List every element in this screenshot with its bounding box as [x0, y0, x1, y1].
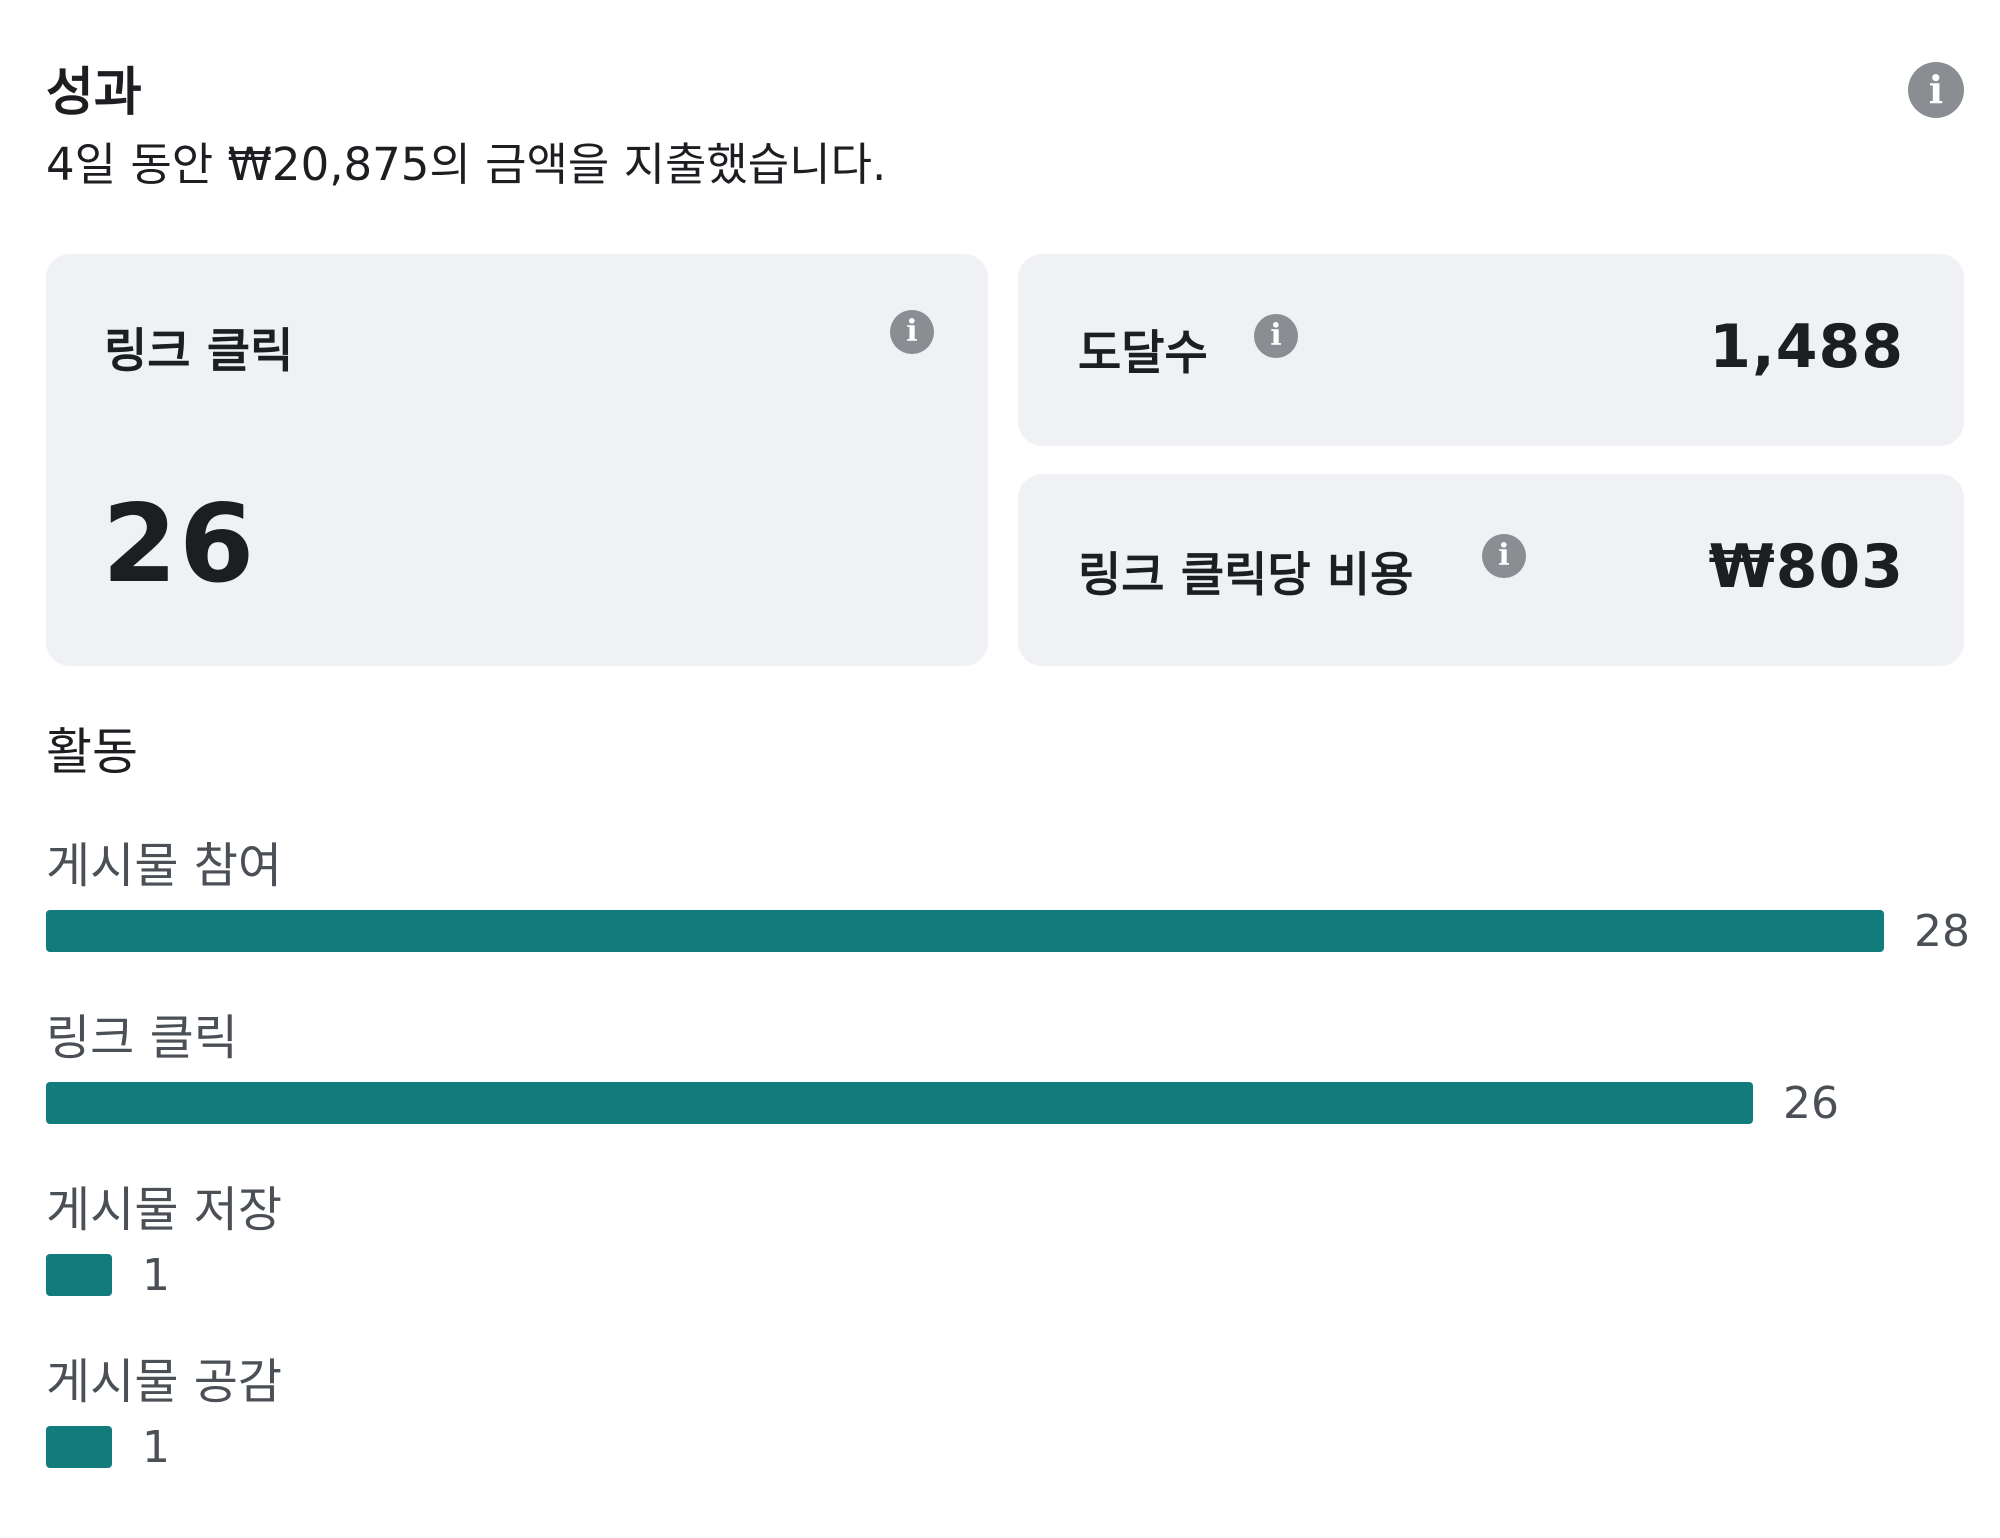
bar-post-engagement — [46, 910, 1884, 952]
info-icon[interactable]: i — [1254, 314, 1298, 358]
bar-post-saves — [46, 1254, 112, 1296]
info-icon[interactable]: i — [1908, 62, 1964, 118]
activity-title: 활동 — [46, 723, 138, 781]
cost-per-link-click-value: ₩803 — [1708, 532, 1904, 602]
reach-value: 1,488 — [1709, 312, 1904, 382]
info-icon[interactable]: i — [890, 310, 934, 354]
spend-summary: 4일 동안 ₩20,875의 금액을 지출했습니다. — [46, 138, 887, 191]
cost-per-link-click-card: 링크 클릭당 비용 i ₩803 — [1018, 474, 1964, 666]
section-title: 성과 — [46, 63, 142, 123]
bar-label-post-engagement: 게시물 참여 — [46, 838, 283, 894]
reach-card: 도달수 i 1,488 — [1018, 254, 1964, 446]
bar-post-reactions — [46, 1426, 112, 1468]
reach-label: 도달수 — [1078, 326, 1208, 381]
bar-label-link-clicks: 링크 클릭 — [46, 1010, 238, 1066]
bar-value-post-saves: 1 — [142, 1250, 170, 1301]
bar-link-clicks — [46, 1082, 1753, 1124]
info-icon[interactable]: i — [1482, 534, 1526, 578]
link-clicks-label: 링크 클릭 — [104, 324, 294, 379]
bar-label-post-saves: 게시물 저장 — [46, 1182, 283, 1238]
link-clicks-card: 링크 클릭 i 26 — [46, 254, 988, 666]
bar-value-post-reactions: 1 — [142, 1422, 170, 1473]
bar-value-post-engagement: 28 — [1914, 906, 1970, 957]
bar-label-post-reactions: 게시물 공감 — [46, 1354, 283, 1410]
cost-per-link-click-label: 링크 클릭당 비용 — [1078, 548, 1414, 603]
link-clicks-value: 26 — [102, 482, 257, 607]
bar-value-link-clicks: 26 — [1783, 1078, 1839, 1129]
